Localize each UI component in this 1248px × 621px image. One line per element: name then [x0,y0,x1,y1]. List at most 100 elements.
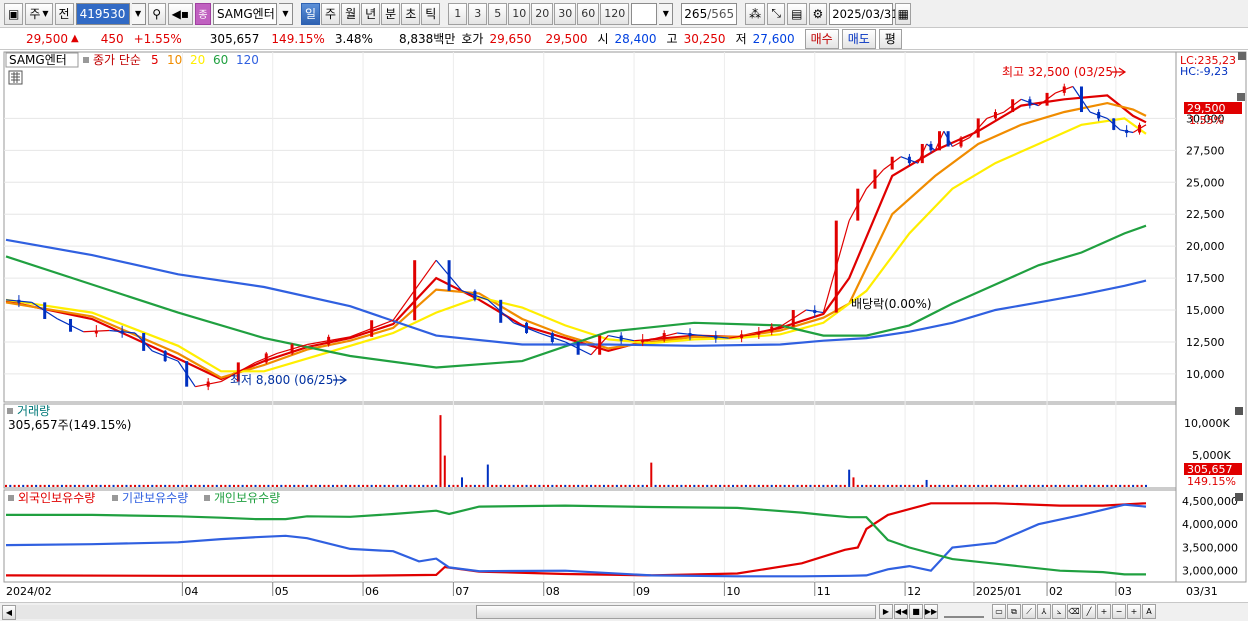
volume-bar [258,484,261,487]
crosshair-icon[interactable]: ⤡ [767,2,786,25]
tab-period-1[interactable]: 주 [321,2,341,25]
volume-bar [9,484,12,487]
volume-bar [103,484,106,487]
price-axis-label: 22,500 [1186,208,1225,221]
volume-bar [473,484,476,487]
search-icon[interactable]: ⚲ [147,2,166,25]
date-axis-label: 09 [636,585,650,598]
volume-bar [856,484,859,487]
panel-collapse-icon[interactable] [1237,93,1245,101]
volume-panel-close-icon[interactable] [1235,407,1243,415]
eraser-icon[interactable]: ⌫ [1067,604,1081,619]
buy-button[interactable]: 매수 [804,28,839,49]
volume-bar [362,484,365,487]
volume-bar [607,484,610,487]
save-icon[interactable]: ▤ [787,2,807,25]
chart-area[interactable]: 30,000 27,500 25,000 22,500 20,000 17,500 15,0… [0,50,1248,604]
text-tool-icon[interactable]: A [1142,604,1156,619]
sound-icon[interactable]: ◀▪ [167,2,193,25]
stock-name-dropdown[interactable]: ▼ [278,2,293,25]
high-label: 고 [666,32,678,46]
interval-button-30[interactable]: 30 [554,2,577,25]
volume-bar [452,484,455,487]
volume-bar [65,484,68,487]
period-select[interactable]: 주 ▼ [25,2,53,25]
price-legend-item: 20 [190,53,205,67]
tab-period-5[interactable]: 초 [401,2,421,25]
period-tabs: 일주월년분초틱 [300,2,441,25]
interval-button-10[interactable]: 10 [508,2,531,25]
volume-bar [422,484,425,487]
volume-bar [353,484,356,487]
volume-panel[interactable] [3,403,1177,489]
panel-close-icon[interactable] [1238,52,1246,60]
tab-period-6[interactable]: 틱 [421,2,441,25]
interval-dropdown[interactable]: ▼ [659,2,674,25]
draw-line-icon[interactable]: ╱ [1082,604,1096,619]
stop-icon[interactable]: ■ [909,604,923,619]
interval-button-1[interactable]: 1 [448,2,468,25]
interval-custom-input[interactable] [631,2,658,25]
drawing-tools-icon[interactable]: ⁂ [745,2,766,25]
trend-tool-icon[interactable]: ⟋ [1022,604,1036,619]
stock-code-dropdown[interactable]: ▼ [131,2,146,25]
tab-period-3[interactable]: 년 [361,2,381,25]
scroll-track[interactable] [16,605,876,619]
price-panel[interactable] [3,51,1177,403]
prev-button[interactable]: 전 [54,2,74,25]
volume-bar [848,469,851,487]
gear-icon[interactable]: ⚙ [808,2,828,25]
chart-layout-icon[interactable]: ▣ [4,2,24,25]
volume-bar [379,484,382,487]
volume-bar [1054,484,1057,487]
interval-button-3[interactable]: 3 [468,2,488,25]
volume-bar [521,484,524,487]
data-count-field[interactable]: 265/565 [681,2,738,25]
volume-bar [82,484,85,487]
tab-period-0[interactable]: 일 [300,2,321,25]
chart-svg[interactable]: 30,00027,50025,00022,50020,00017,50015,0… [0,50,1248,604]
interval-button-5[interactable]: 5 [488,2,508,25]
interval-button-60[interactable]: 60 [577,2,600,25]
sell-button[interactable]: 매도 [841,28,876,49]
interval-button-120[interactable]: 120 [600,2,630,25]
fib-tool-icon[interactable]: ⅄ [1037,604,1051,619]
tab-period-4[interactable]: 분 [381,2,401,25]
date-field[interactable]: 2025/03/31 [829,2,899,25]
zoom-slider[interactable] [944,604,984,618]
calendar-icon[interactable]: ▦ [895,2,912,25]
volume-bar [1093,484,1096,487]
volume-bar [611,484,614,487]
volume-bar [297,484,300,487]
fast-forward-icon[interactable]: ▶▶ [924,604,938,619]
zoom-in-icon[interactable]: + [1097,604,1111,619]
rewind-icon[interactable]: ◀◀ [894,604,908,619]
scroll-thumb[interactable] [476,605,876,619]
tab-period-2[interactable]: 월 [341,2,361,25]
holding-panel-close-icon[interactable] [1235,493,1243,501]
volume-bar [590,484,593,487]
legend-marker-icon [83,57,89,63]
quote-bar: 29,500 ▲ 450 +1.55% 305,657 149.15% 3.48… [0,28,1248,50]
stock-code-input[interactable]: 419530 [75,2,130,25]
plus-icon[interactable]: + [1127,604,1141,619]
volume-bar [637,484,640,487]
chart-title: SAMG엔터 [9,53,67,67]
volume-bar [482,484,485,487]
volume-bar [740,484,743,487]
volume-bar [280,484,283,487]
volume-bar [968,484,971,487]
volume-bar [744,484,747,487]
volume-bar [904,484,907,487]
ruler-icon[interactable]: ⦣ [1052,604,1066,619]
eval-button[interactable]: 평 [878,28,902,49]
zoom-fit-icon[interactable]: ▭ [992,604,1006,619]
interval-button-20[interactable]: 20 [531,2,554,25]
zoom-out-icon[interactable]: − [1112,604,1126,619]
zoom-box-icon[interactable]: ⧉ [1007,604,1021,619]
scroll-left-icon[interactable]: ◀ [2,604,16,620]
volume-bar [551,484,554,487]
scroll-right-icon[interactable]: ▶ [879,604,893,619]
ask-label: 호가 [461,32,484,46]
volume-bar [207,484,210,487]
